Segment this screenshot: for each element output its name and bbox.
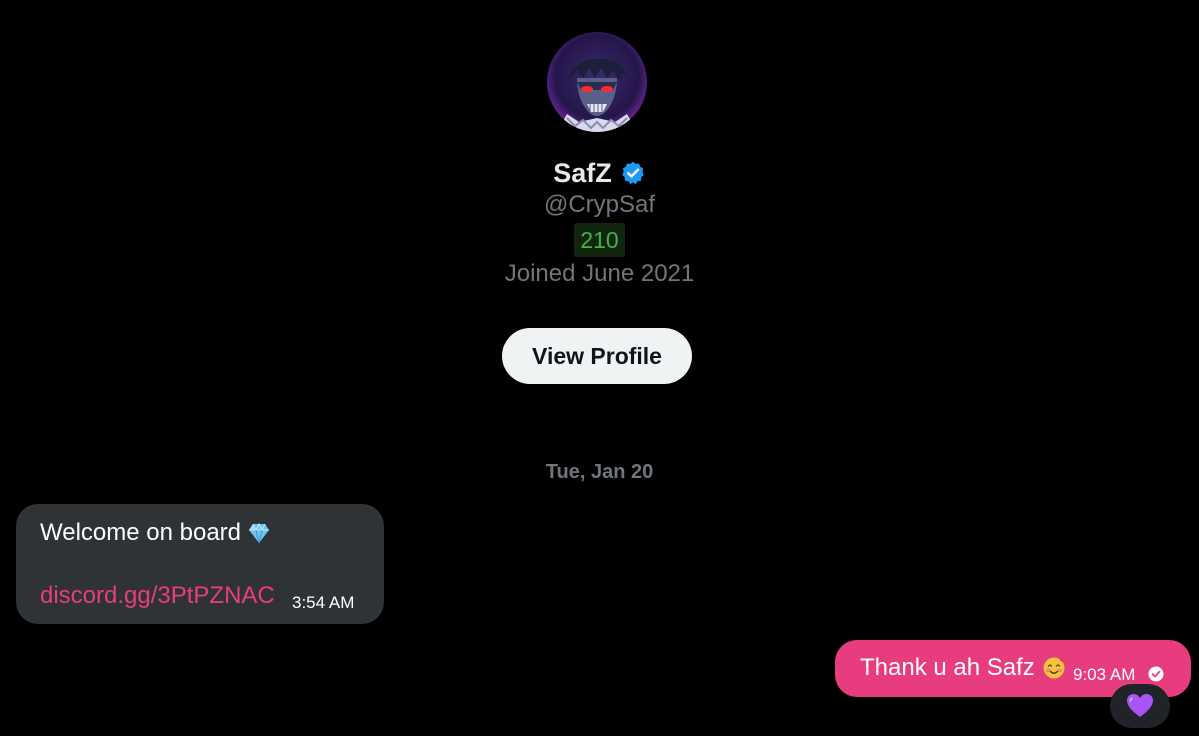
outgoing-message-text: Thank u ah Safz <box>860 654 1035 681</box>
display-name: SafZ <box>553 158 612 188</box>
outgoing-message-time: 9:03 AM <box>1073 665 1136 684</box>
verified-badge-icon <box>621 161 644 185</box>
profile-handle: @CrypSaf <box>543 191 656 218</box>
avatar-image <box>547 32 647 132</box>
incoming-message-text: Welcome on board <box>40 519 241 546</box>
incoming-message-time: 3:54 AM <box>292 593 355 612</box>
view-profile-button[interactable]: View Profile <box>502 328 692 384</box>
profile-avatar[interactable] <box>547 32 647 132</box>
incoming-message-bubble[interactable]: Welcome on board discord.gg/3PtPZNAC 3:5… <box>16 504 384 624</box>
discord-invite-link[interactable]: discord.gg/3PtPZNAC <box>40 581 275 611</box>
joined-date: Joined June 2021 <box>504 260 695 287</box>
score-badge-wrap: 210 <box>0 223 1199 257</box>
score-badge: 210 <box>574 223 625 257</box>
profile-name-row: SafZ <box>0 156 1199 190</box>
incoming-message-text-row: Welcome on board <box>40 518 271 548</box>
message-reaction[interactable] <box>1110 684 1170 728</box>
purple-heart-icon <box>1127 694 1153 717</box>
sent-check-icon <box>1148 666 1164 682</box>
gem-icon <box>249 522 269 544</box>
outgoing-message-text-row: Thank u ah Safz <box>860 653 1066 683</box>
dm-conversation-page: SafZ @CrypSaf 210 Joined June 2021 View … <box>0 0 1199 736</box>
date-separator: Tue, Jan 20 <box>545 461 654 483</box>
smiling-face-with-hearts-icon <box>1043 657 1065 679</box>
